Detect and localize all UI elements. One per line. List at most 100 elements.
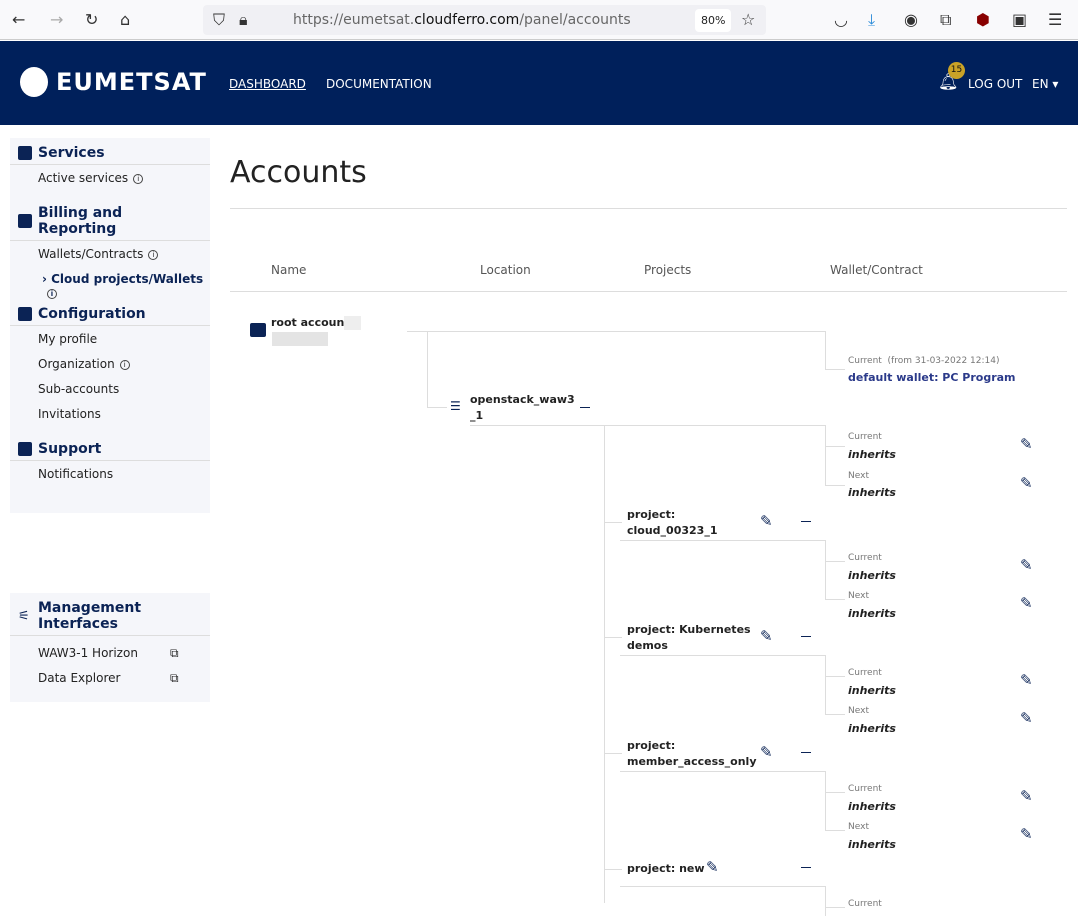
collapse-region-button[interactable] (580, 407, 590, 408)
edit-pencil-icon[interactable]: ✎ (1020, 556, 1033, 574)
section-title: Services (38, 145, 105, 161)
project-name-line1: project: Kubernetes (627, 623, 751, 636)
edit-pencil-icon[interactable]: ✎ (1020, 787, 1033, 805)
extensions-icon[interactable]: ⧉ (940, 10, 951, 30)
edit-project-pencil-icon[interactable]: ✎ (706, 858, 719, 876)
tree-line (470, 425, 825, 426)
collapse-project-button[interactable] (801, 752, 811, 753)
project-name-line2: demos (627, 639, 668, 652)
download-icon[interactable]: ⤓ (868, 10, 875, 30)
back-icon[interactable]: ← (12, 10, 25, 29)
tree-line (825, 331, 826, 369)
edit-pencil-icon[interactable]: ✎ (1020, 709, 1033, 727)
url-text[interactable]: https://eumetsat.cloudferro.com/panel/ac… (293, 12, 631, 28)
info-icon[interactable]: i (47, 289, 57, 299)
root-wallet-link[interactable]: default wallet: PC Program (848, 370, 1016, 386)
collapse-project-button[interactable] (801, 636, 811, 637)
tree-line (620, 771, 825, 772)
project-name-line1: project: new (627, 862, 705, 875)
tree-line (407, 331, 825, 332)
sidebar-nav: Services Active services i Billing and Re… (10, 138, 210, 513)
tree-line (825, 771, 826, 831)
tree-line (604, 637, 622, 638)
section-title: Configuration (38, 306, 146, 322)
tree-line (604, 425, 605, 903)
wallet-current-label: Current (848, 899, 882, 909)
divider (230, 291, 1067, 292)
language-select[interactable]: EN ▾ (1032, 77, 1058, 91)
home-icon[interactable]: ⌂ (120, 10, 130, 29)
edit-pencil-icon[interactable]: ✎ (1020, 594, 1033, 612)
edit-pencil-icon[interactable]: ✎ (1020, 474, 1033, 492)
wallet-next-label: Next (848, 591, 869, 601)
container-icon[interactable]: ▣ (1012, 10, 1027, 29)
zoom-level[interactable]: 80% (695, 9, 732, 32)
tree-line (427, 407, 447, 408)
wallet-current-label: Current (848, 553, 882, 563)
info-icon[interactable]: i (148, 250, 159, 260)
edit-pencil-icon[interactable]: ✎ (1020, 435, 1033, 453)
sidebar-item-wallets-contracts[interactable]: Wallets/Contracts i (10, 241, 210, 266)
shield-icon[interactable]: ⛉ (213, 10, 225, 30)
project-name-line2: cloud_00323_1 (627, 524, 718, 537)
account-icon[interactable]: ◉ (904, 10, 918, 29)
tree-line (825, 676, 845, 677)
language-value: EN (1032, 77, 1049, 91)
tree-line (825, 369, 845, 370)
sidebar-item-horizon[interactable]: WAW3-1 Horizon ⧉ (10, 640, 210, 665)
wallet-next-value: inherits (848, 486, 896, 499)
bookmark-star-icon[interactable]: ☆ (741, 10, 755, 29)
sidebar-item-active-services[interactable]: Active services i (10, 165, 210, 190)
section-billing: Billing and Reporting (10, 198, 210, 241)
sidebar-item-organization[interactable]: Organization i (10, 351, 210, 376)
chat-icon (18, 442, 32, 456)
external-link-icon[interactable]: ⧉ (170, 671, 179, 686)
lock-icon[interactable]: 🔒︎ (239, 10, 248, 30)
sidebar-item-notifications[interactable]: Notifications (10, 461, 210, 486)
edit-pencil-icon[interactable]: ✎ (1020, 825, 1033, 843)
edit-project-pencil-icon[interactable]: ✎ (760, 627, 773, 645)
collapse-project-button[interactable] (801, 867, 811, 868)
external-link-icon[interactable]: ⧉ (170, 646, 179, 661)
address-bar[interactable]: ⛉ 🔒︎ https://eumetsat.cloudferro.com/pan… (203, 5, 766, 35)
menu-icon[interactable]: ☰ (1048, 10, 1062, 29)
sidebar-item-cloud-projects-wallets[interactable]: › Cloud projects/Walletsi (10, 266, 210, 299)
section-services: Services (10, 138, 210, 165)
sidebar-item-sub-accounts[interactable]: Sub-accounts (10, 376, 210, 401)
tree-line (604, 522, 622, 523)
ublock-icon[interactable]: ⬢ (976, 10, 990, 29)
edit-project-pencil-icon[interactable]: ✎ (760, 512, 773, 530)
tree-line (825, 540, 826, 600)
section-management: ⚟ Management Interfaces (10, 593, 210, 636)
collapse-project-button[interactable] (801, 521, 811, 522)
wallet-next-label: Next (848, 706, 869, 716)
logout-link[interactable]: LOG OUT (968, 77, 1022, 91)
sidebar-item-my-profile[interactable]: My profile (10, 326, 210, 351)
tree-line (825, 714, 845, 715)
forward-icon[interactable]: → (50, 10, 63, 29)
management-interfaces: ⚟ Management Interfaces WAW3-1 Horizon ⧉ D… (10, 593, 210, 702)
section-title: Support (38, 441, 102, 457)
nav-dashboard[interactable]: DASHBOARD (229, 77, 306, 91)
column-wallet: Wallet/Contract (830, 263, 923, 277)
tree-line (604, 869, 622, 870)
edit-pencil-icon[interactable]: ✎ (1020, 671, 1033, 689)
wallet-next-label: Next (848, 471, 869, 481)
edit-project-pencil-icon[interactable]: ✎ (760, 743, 773, 761)
root-account-label: root account: (271, 316, 354, 329)
info-icon[interactable]: i (119, 360, 130, 370)
tree-line (825, 599, 845, 600)
eumetsat-logo[interactable]: EUMETSAT (20, 67, 207, 97)
section-title: Billing and Reporting (38, 205, 123, 237)
wallet-current-label: Current (848, 432, 882, 442)
tree-line (825, 561, 845, 562)
reload-icon[interactable]: ↻ (85, 10, 98, 29)
page-title: Accounts (230, 155, 367, 190)
sidebar-item-invitations[interactable]: Invitations (10, 401, 210, 426)
project-name-line2: member_access_only (627, 755, 757, 768)
info-icon[interactable]: i (133, 174, 144, 184)
pocket-icon[interactable]: ◡ (834, 10, 848, 29)
sidebar-item-data-explorer[interactable]: Data Explorer ⧉ (10, 665, 210, 690)
sliders-icon: ⚟ (18, 609, 30, 624)
nav-documentation[interactable]: DOCUMENTATION (326, 77, 432, 91)
